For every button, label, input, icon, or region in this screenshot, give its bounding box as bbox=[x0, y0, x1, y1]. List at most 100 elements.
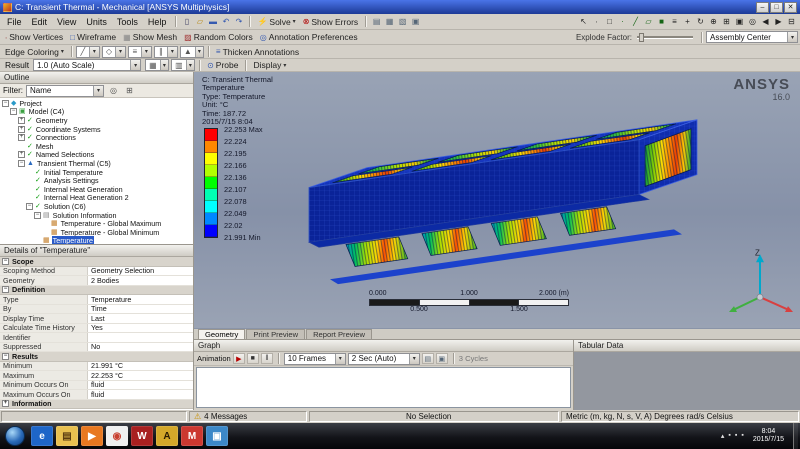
tab-report-preview[interactable]: Report Preview bbox=[306, 329, 372, 339]
select-edge-icon[interactable]: ╱ bbox=[629, 16, 642, 28]
select-vertex-icon[interactable]: · bbox=[616, 16, 629, 28]
details-row-type[interactable]: Type Temperature bbox=[0, 295, 193, 305]
start-button[interactable] bbox=[5, 426, 25, 446]
messages-status[interactable]: ⚠ 4 Messages bbox=[189, 411, 307, 422]
filter-select[interactable]: Name ▾ bbox=[26, 84, 104, 97]
display-dropdown-button[interactable]: Display ▾ bbox=[250, 59, 289, 71]
export-video-icon[interactable]: ▤ bbox=[421, 353, 434, 364]
stop-icon[interactable]: ■ bbox=[246, 353, 259, 364]
tree-item-analysis-settings[interactable]: ✓ Analysis Settings bbox=[0, 176, 193, 185]
annotation-preferences-button[interactable]: ◎ Annotation Preferences bbox=[257, 31, 361, 43]
ansys-icon[interactable]: A bbox=[156, 426, 178, 446]
details-row-maximum[interactable]: Maximum 22.253 °C bbox=[0, 371, 193, 381]
edge-coloring-button[interactable]: Edge Coloring ▾ bbox=[2, 46, 67, 58]
tree-item-initial-temperature[interactable]: ✓ Initial Temperature bbox=[0, 168, 193, 177]
tree-item-temperature[interactable]: ▦ Temperature bbox=[0, 236, 193, 244]
chrome-icon[interactable]: ◉ bbox=[106, 426, 128, 446]
details-section-results[interactable]: − Results bbox=[0, 352, 193, 362]
explorer-icon[interactable]: ▤ bbox=[56, 426, 78, 446]
fit-view-icon[interactable]: ▣ bbox=[733, 16, 746, 28]
extend-selection-icon[interactable]: ≡ bbox=[668, 16, 681, 28]
tab-print-preview[interactable]: Print Preview bbox=[246, 329, 306, 339]
details-row-scoping-method[interactable]: Scoping Method Geometry Selection bbox=[0, 266, 193, 276]
random-colors-button[interactable]: ▨ Random Colors bbox=[181, 31, 256, 43]
details-row-display-time[interactable]: Display Time Last bbox=[0, 314, 193, 324]
edge-scale-icon[interactable]: ∥ ▾ bbox=[153, 45, 178, 58]
look-at-icon[interactable]: ◎ bbox=[746, 16, 759, 28]
tree-item-geometry[interactable]: + ✓ Geometry bbox=[0, 116, 193, 125]
minimize-button[interactable]: – bbox=[756, 1, 769, 13]
tree-item-solution-information[interactable]: − ▤ Solution Information bbox=[0, 211, 193, 220]
thermal-model[interactable] bbox=[308, 119, 698, 285]
chart-icon[interactable]: ▦ bbox=[383, 16, 396, 28]
tree-expand-icon[interactable]: ⊞ bbox=[123, 85, 136, 97]
box-zoom-icon[interactable]: ⊞ bbox=[720, 16, 733, 28]
edge-display-icon[interactable]: ▲ ▾ bbox=[179, 45, 204, 58]
tree-expander-icon[interactable]: − bbox=[10, 108, 17, 116]
details-row-geometry[interactable]: Geometry 2 Bodies bbox=[0, 276, 193, 286]
tree-expander-icon[interactable]: − bbox=[26, 202, 33, 210]
tree-expander-icon[interactable]: − bbox=[18, 159, 25, 167]
menu-file[interactable]: File bbox=[2, 16, 27, 28]
tree-item-solution-c6-[interactable]: − ✓ Solution (C6) bbox=[0, 202, 193, 211]
snapshot-icon[interactable]: ▣ bbox=[435, 353, 448, 364]
edge-direction-icon[interactable]: ╱ ▾ bbox=[75, 45, 100, 58]
details-row-suppressed[interactable]: Suppressed No bbox=[0, 342, 193, 352]
tab-geometry[interactable]: Geometry bbox=[198, 329, 246, 339]
menu-help[interactable]: Help bbox=[143, 16, 172, 28]
menu-tools[interactable]: Tools bbox=[112, 16, 143, 28]
manage-views-icon[interactable]: ⊟ bbox=[785, 16, 798, 28]
show-errors-button[interactable]: ⊗ Show Errors bbox=[300, 16, 361, 28]
probe-button[interactable]: ⊙ Probe bbox=[204, 59, 241, 71]
filter-search-icon[interactable]: ◎ bbox=[107, 85, 120, 97]
thicken-annotations-button[interactable]: ≡ Thicken Annotations bbox=[213, 46, 302, 58]
details-row-calculate-time-history[interactable]: Calculate Time History Yes bbox=[0, 323, 193, 333]
duration-select[interactable]: 2 Sec (Auto) ▾ bbox=[347, 352, 420, 365]
tree-item-temperature-global-minimum[interactable]: ▦ Temperature - Global Minimum bbox=[0, 228, 193, 237]
coordinate-triad[interactable]: Z bbox=[729, 248, 793, 313]
box-select-icon[interactable]: □ bbox=[603, 16, 616, 28]
save-file-icon[interactable]: ▬ bbox=[206, 16, 219, 28]
select-face-icon[interactable]: ▱ bbox=[642, 16, 655, 28]
tree-item-temperature-global-maximum[interactable]: ▦ Temperature - Global Maximum bbox=[0, 219, 193, 228]
rotate-icon[interactable]: ↻ bbox=[694, 16, 707, 28]
tree-item-project[interactable]: − ◆ Project bbox=[0, 99, 193, 108]
menu-units[interactable]: Units bbox=[81, 16, 112, 28]
tree-expander-icon[interactable]: + bbox=[18, 116, 25, 124]
details-row-identifier[interactable]: Identifier bbox=[0, 333, 193, 343]
show-desktop-button[interactable] bbox=[793, 423, 798, 449]
new-file-icon[interactable]: ▯ bbox=[180, 16, 193, 28]
volume-icon[interactable]: ▪ bbox=[741, 432, 743, 440]
menu-edit[interactable]: Edit bbox=[27, 16, 53, 28]
image-capture-icon[interactable]: ▣ bbox=[409, 16, 422, 28]
pan-icon[interactable]: + bbox=[681, 16, 694, 28]
zoom-icon[interactable]: ⊕ bbox=[707, 16, 720, 28]
tree-item-named-selections[interactable]: + ✓ Named Selections bbox=[0, 150, 193, 159]
taskbar-clock[interactable]: 8:04 2015/7/15 bbox=[748, 428, 789, 444]
explode-factor-slider[interactable] bbox=[637, 32, 693, 42]
select-body-icon[interactable]: ■ bbox=[655, 16, 668, 28]
tree-item-transient-thermal-c5-[interactable]: − ▲ Transient Thermal (C5) bbox=[0, 159, 193, 168]
frames-select[interactable]: 10 Frames ▾ bbox=[283, 352, 346, 365]
result-scale-select[interactable]: 1.0 (Auto Scale) ▾ bbox=[33, 59, 142, 71]
maximize-button[interactable]: □ bbox=[770, 1, 783, 13]
tree-expander-icon[interactable]: − bbox=[34, 211, 41, 219]
pause-icon[interactable]: ‖ bbox=[260, 353, 273, 364]
show-vertices-button[interactable]: ∙ Show Vertices bbox=[2, 31, 66, 43]
tree-item-model-c4-[interactable]: − ▣ Model (C4) bbox=[0, 107, 193, 116]
ansys-workbench-icon[interactable]: W bbox=[131, 426, 153, 446]
tree-expander-icon[interactable]: + bbox=[18, 125, 25, 133]
open-file-icon[interactable]: ▱ bbox=[193, 16, 206, 28]
graphics-viewport[interactable]: Z C: Transient Thermal Temperature Type:… bbox=[194, 72, 800, 329]
network-icon[interactable]: ▪ bbox=[735, 432, 737, 440]
graph-plot-area[interactable] bbox=[196, 367, 571, 408]
next-view-icon[interactable]: ▶ bbox=[772, 16, 785, 28]
details-row-minimum[interactable]: Minimum 21.991 °C bbox=[0, 361, 193, 371]
tree-item-internal-heat-generation-2[interactable]: ✓ Internal Heat Generation 2 bbox=[0, 193, 193, 202]
hidden-icons-icon[interactable]: ▴ bbox=[721, 432, 725, 440]
wireframe-button[interactable]: □ Wireframe bbox=[67, 31, 119, 43]
details-section-definition[interactable]: − Definition bbox=[0, 285, 193, 295]
edges-option-icon[interactable]: ▥ ▾ bbox=[171, 59, 196, 71]
details-row-minimum-occurs-on[interactable]: Minimum Occurs On fluid bbox=[0, 380, 193, 390]
tree-expander-icon[interactable]: + bbox=[18, 151, 25, 159]
